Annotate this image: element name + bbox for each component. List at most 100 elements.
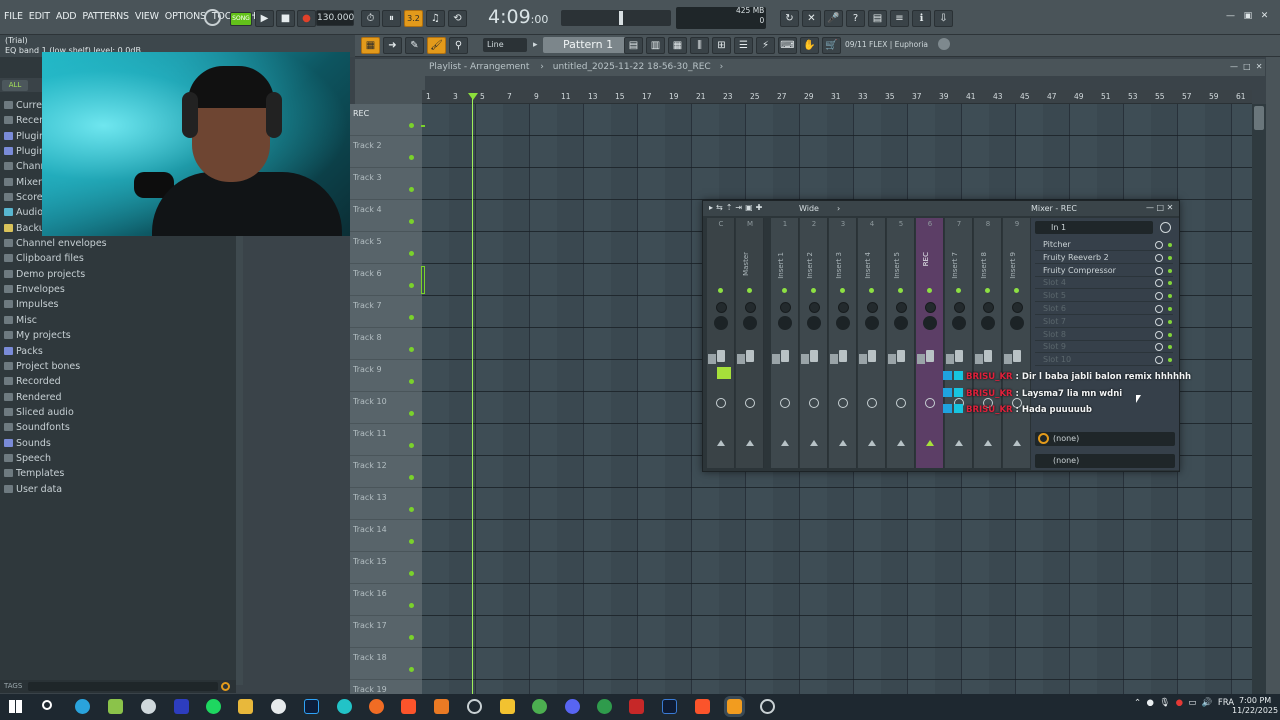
mixer-arrow-icon[interactable]: › [837,204,840,213]
browser-item[interactable]: Sliced audio [0,405,236,420]
track-enable-led[interactable] [409,219,414,224]
slot-mix-knob[interactable] [1155,317,1163,326]
tray-mic-icon[interactable]: 🎙 [1159,698,1170,708]
pan-knob[interactable] [809,302,820,313]
channel-active-led[interactable] [898,288,903,293]
route-arrow-icon[interactable] [897,440,905,446]
track-enable-led[interactable] [409,603,414,608]
slot-mix-knob[interactable] [1155,279,1163,288]
menu-add[interactable]: ADD [56,11,77,22]
slot-mix-knob[interactable] [1155,292,1163,301]
track-header[interactable]: Track 18 [350,648,422,680]
mixer-channel-strip[interactable]: 2 Insert 2 [800,218,828,468]
stop-button[interactable]: ■ [276,10,295,27]
input-settings-icon[interactable] [1160,222,1171,233]
volume-fader[interactable] [717,350,725,362]
folder-taskbar-icon[interactable] [500,699,515,714]
track-header[interactable]: Track 16 [350,584,422,616]
pan-knob[interactable] [954,302,965,313]
meter-handle[interactable] [737,354,745,364]
playlist-restore-icon[interactable]: □ [1243,62,1251,71]
brave-icon[interactable] [401,699,416,714]
mixer-channel-strip[interactable]: 6 REC [916,218,944,468]
effect-slot[interactable]: Slot 10 [1035,354,1173,367]
mixer-icon[interactable]: ≡ [890,10,909,27]
slot-enable-led[interactable] [1168,243,1172,247]
browser-item[interactable]: Clipboard files [0,251,236,266]
track-header[interactable]: Track 7 [350,296,422,328]
browser-item[interactable]: Templates [0,466,236,481]
telegram-icon[interactable] [75,699,90,714]
metronome-button[interactable]: ⏱ [361,10,380,27]
step-edit-button[interactable]: 3.2 [404,10,423,27]
effect-slot[interactable]: Fruity Reeverb 2 [1035,252,1173,264]
timeline-ruler[interactable]: 1 3 5 7 9 11 13 15 17 19 21 23 25 27 29 31 33 35 37 39 41 43 4… [422,90,1252,104]
start-icon[interactable] [9,700,22,713]
track-header[interactable]: Track 12 [350,456,422,488]
volume-fader[interactable] [781,350,789,362]
track-header[interactable]: Track 17 [350,616,422,648]
slot-enable-led[interactable] [1168,255,1172,260]
record-arm-icon[interactable] [809,398,819,408]
app-icon-22[interactable] [760,699,775,714]
record-arm-icon[interactable] [716,398,726,408]
cut-icon[interactable]: ✕ [802,10,821,27]
tags-input[interactable] [28,682,218,691]
app-icon-2[interactable] [108,699,123,714]
song-mode-button[interactable]: SONG [230,12,252,26]
firefox-icon[interactable] [369,699,384,714]
browser-scrollbar[interactable] [236,235,243,685]
route-arrow-icon[interactable] [839,440,847,446]
track-header[interactable]: Track 4 [350,200,422,232]
minimize-icon[interactable]: — [1226,11,1235,21]
stereo-knob[interactable] [807,316,821,330]
app-icon-3[interactable] [141,699,156,714]
master-volume-slider[interactable] [561,10,671,26]
tempo-display[interactable]: 130.000 [316,10,354,26]
hand-icon[interactable]: ✋ [800,37,819,54]
play-button[interactable]: ▶ [255,10,274,27]
app-icon-12[interactable] [434,699,449,714]
app-icon-4[interactable] [174,699,189,714]
help-icon[interactable]: ? [846,10,865,27]
track-enable-led[interactable] [409,539,414,544]
browser-item[interactable]: Speech [0,451,236,466]
track-enable-led[interactable] [409,667,414,672]
volume-fader[interactable] [868,350,876,362]
pan-knob[interactable] [1012,302,1023,313]
loop-record-button[interactable]: ⟲ [448,10,467,27]
rec-clip-top[interactable] [421,125,425,133]
slot-mix-knob[interactable] [1155,356,1163,365]
playlist-minimize-icon[interactable]: — [1230,62,1238,71]
search-taskbar-icon[interactable] [42,700,52,710]
channel-active-led[interactable] [782,288,787,293]
record-arm-icon[interactable] [745,398,755,408]
stereo-knob[interactable] [894,316,908,330]
playhead-marker[interactable] [472,96,473,694]
browser-item[interactable]: Rendered [0,390,236,405]
pattern-song-switch[interactable] [204,9,221,26]
brave-icon-2[interactable] [695,699,710,714]
track-header[interactable]: Track 13 [350,488,422,520]
route-arrow-icon[interactable] [984,440,992,446]
fl-studio-taskbar-icon[interactable] [727,699,742,714]
playlist-vertical-scrollbar[interactable] [1252,104,1266,694]
volume-fader[interactable] [839,350,847,362]
effect-slot[interactable]: Slot 8 [1035,329,1173,341]
slot-enable-led[interactable] [1168,345,1172,350]
slot-mix-knob[interactable] [1155,266,1163,275]
piano-roll-icon[interactable]: ▥ [646,37,665,54]
track-enable-led[interactable] [409,347,414,352]
stereo-knob[interactable] [743,316,757,330]
browser-item[interactable]: Sounds [0,436,236,451]
pan-knob[interactable] [745,302,756,313]
mic-icon[interactable]: 🎤 [824,10,843,27]
volume-fader[interactable] [955,350,963,362]
paint-tool-icon[interactable]: 🖌 [427,37,446,54]
close-icon[interactable]: ✕ [1261,11,1269,21]
plugin-picker-icon[interactable]: ⊞ [712,37,731,54]
photoshop-icon[interactable] [304,699,319,714]
slot-mix-knob[interactable] [1155,305,1163,313]
browser-item[interactable]: Impulses [0,297,236,312]
snap-mode-select[interactable]: Line [483,38,527,52]
